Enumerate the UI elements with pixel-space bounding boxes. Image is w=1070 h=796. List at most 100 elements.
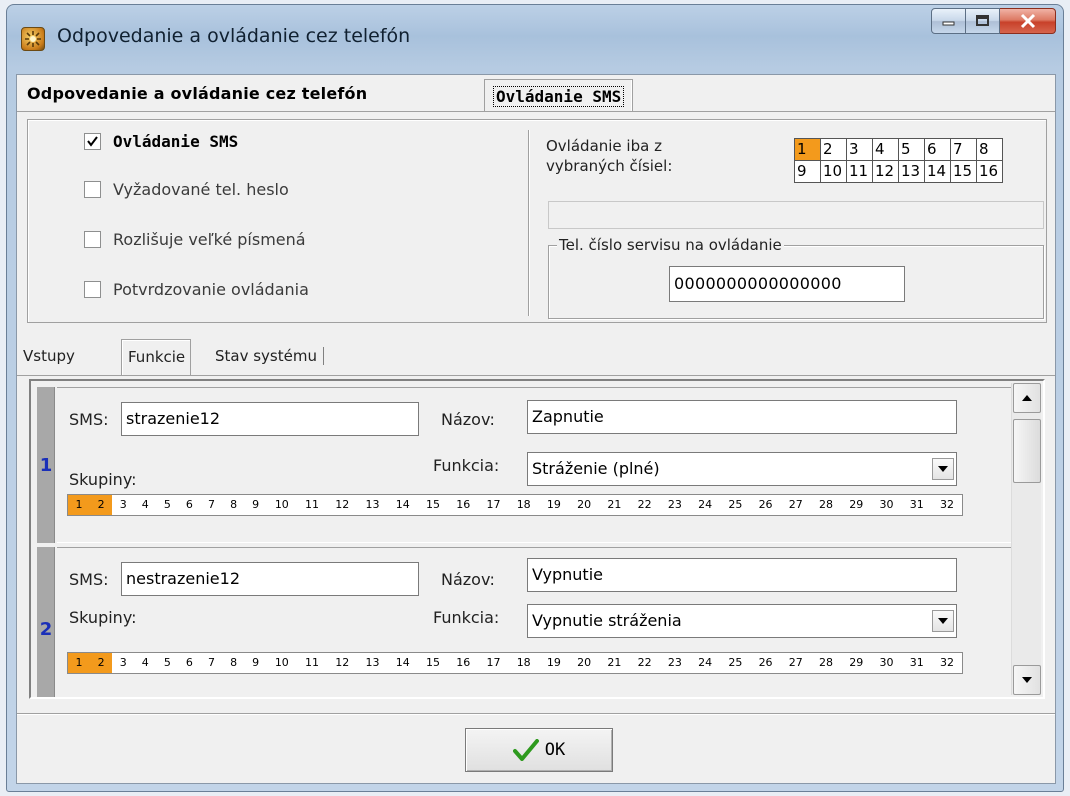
function-name-input[interactable]: Vypnutie <box>527 558 957 592</box>
partition-cell[interactable]: 7 <box>200 653 222 673</box>
tab-inputs[interactable]: Vstupy <box>23 347 75 365</box>
maximize-button[interactable] <box>966 8 1000 34</box>
phone-number-cell[interactable]: 13 <box>899 161 925 183</box>
partition-cell[interactable]: 19 <box>539 653 569 673</box>
partition-cell[interactable]: 6 <box>178 495 200 515</box>
partition-cell[interactable]: 15 <box>418 653 448 673</box>
partition-cell[interactable]: 15 <box>418 495 448 515</box>
phone-number-cell[interactable]: 10 <box>821 161 847 183</box>
confirm-control-checkbox[interactable] <box>84 281 101 298</box>
partition-cell[interactable]: 22 <box>630 495 660 515</box>
partition-cell[interactable]: 17 <box>478 653 508 673</box>
phone-number-cell[interactable]: 3 <box>847 139 873 161</box>
partition-cell[interactable]: 30 <box>871 495 901 515</box>
partition-cell[interactable]: 14 <box>388 495 418 515</box>
partition-cell[interactable]: 4 <box>134 653 156 673</box>
partition-cell[interactable]: 29 <box>841 495 871 515</box>
partition-cell[interactable]: 31 <box>902 653 932 673</box>
partition-cell[interactable]: 9 <box>245 653 267 673</box>
partition-cell[interactable]: 2 <box>90 653 113 673</box>
service-number-input[interactable]: 0000000000000000 <box>669 266 905 302</box>
partition-cell[interactable]: 25 <box>720 495 750 515</box>
partition-cell[interactable]: 26 <box>750 653 780 673</box>
partition-cell[interactable]: 29 <box>841 653 871 673</box>
partition-cell[interactable]: 3 <box>112 653 134 673</box>
partition-selector[interactable]: 1 2 3 4 5 6 7 8 9 10 11 12 13 14 15 16 17 18 19 20 21 22 23 24 2… <box>67 652 963 674</box>
partition-cell[interactable]: 3 <box>112 495 134 515</box>
dropdown-button[interactable] <box>932 458 954 480</box>
dropdown-button[interactable] <box>932 610 954 632</box>
partition-cell[interactable]: 20 <box>569 495 599 515</box>
partition-cell[interactable]: 13 <box>357 495 387 515</box>
partition-cell[interactable]: 9 <box>245 495 267 515</box>
phone-number-cell[interactable]: 7 <box>951 139 977 161</box>
partition-cell[interactable]: 16 <box>448 653 478 673</box>
partition-cell[interactable]: 11 <box>297 653 327 673</box>
vertical-scrollbar[interactable] <box>1011 383 1041 695</box>
sms-command-input[interactable]: strazenie12 <box>121 402 419 436</box>
partition-cell[interactable]: 18 <box>509 495 539 515</box>
phone-number-cell[interactable]: 2 <box>821 139 847 161</box>
partition-cell[interactable]: 25 <box>720 653 750 673</box>
partition-cell[interactable]: 18 <box>509 653 539 673</box>
phone-number-cell[interactable]: 4 <box>873 139 899 161</box>
tab-system-state[interactable]: Stav systému <box>215 347 324 365</box>
partition-cell[interactable]: 1 <box>68 495 91 515</box>
phone-number-cell[interactable]: 1 <box>795 139 821 161</box>
partition-cell[interactable]: 1 <box>68 653 91 673</box>
partition-cell[interactable]: 8 <box>223 495 245 515</box>
partition-cell[interactable]: 12 <box>327 653 357 673</box>
phone-number-cell[interactable]: 9 <box>795 161 821 183</box>
scroll-down-button[interactable] <box>1013 665 1041 695</box>
partition-cell[interactable]: 8 <box>223 653 245 673</box>
confirm-control-option[interactable]: Potvrdzovanie ovládania <box>84 280 309 299</box>
phone-number-cell[interactable]: 8 <box>977 139 1003 161</box>
tab-functions[interactable]: Funkcie <box>121 339 192 375</box>
partition-cell[interactable]: 17 <box>478 495 508 515</box>
case-sensitive-option[interactable]: Rozlišuje veľké písmená <box>84 230 306 249</box>
phone-number-cell[interactable]: 14 <box>925 161 951 183</box>
ok-button[interactable]: OK <box>465 728 613 772</box>
function-name-input[interactable]: Zapnutie <box>527 400 957 434</box>
partition-cell[interactable]: 11 <box>297 495 327 515</box>
partition-cell[interactable]: 27 <box>781 495 811 515</box>
close-button[interactable] <box>1000 8 1056 34</box>
partition-cell[interactable]: 30 <box>871 653 901 673</box>
require-password-checkbox[interactable] <box>84 181 101 198</box>
partition-cell[interactable]: 27 <box>781 653 811 673</box>
partition-cell[interactable]: 31 <box>902 495 932 515</box>
partition-cell[interactable]: 23 <box>660 495 690 515</box>
partition-cell[interactable]: 10 <box>267 495 297 515</box>
phone-number-cell[interactable]: 16 <box>977 161 1003 183</box>
partition-cell[interactable]: 13 <box>357 653 387 673</box>
partition-cell[interactable]: 23 <box>660 653 690 673</box>
partition-cell[interactable]: 16 <box>448 495 478 515</box>
tab-sms-control[interactable]: Ovládanie SMS <box>484 79 634 112</box>
minimize-button[interactable] <box>931 8 966 34</box>
phone-number-cell[interactable]: 12 <box>873 161 899 183</box>
partition-cell[interactable]: 32 <box>932 653 962 673</box>
sms-command-input[interactable]: nestrazenie12 <box>121 562 419 596</box>
sms-control-checkbox[interactable] <box>84 133 101 150</box>
partition-cell[interactable]: 6 <box>178 653 200 673</box>
partition-cell[interactable]: 24 <box>690 653 720 673</box>
tab-phone-answering[interactable]: Odpovedanie a ovládanie cez telefón <box>27 84 367 103</box>
partition-cell[interactable]: 21 <box>599 653 629 673</box>
phone-number-cell[interactable]: 6 <box>925 139 951 161</box>
require-password-option[interactable]: Vyžadované tel. heslo <box>84 180 289 199</box>
partition-cell[interactable]: 32 <box>932 495 962 515</box>
partition-cell[interactable]: 19 <box>539 495 569 515</box>
partition-cell[interactable]: 26 <box>750 495 780 515</box>
partition-cell[interactable]: 14 <box>388 653 418 673</box>
phone-number-cell[interactable]: 5 <box>899 139 925 161</box>
partition-cell[interactable]: 5 <box>156 653 178 673</box>
partition-cell[interactable]: 10 <box>267 653 297 673</box>
phone-number-cell[interactable]: 11 <box>847 161 873 183</box>
case-sensitive-checkbox[interactable] <box>84 231 101 248</box>
function-select[interactable]: Stráženie (plné) <box>527 452 957 486</box>
partition-cell[interactable]: 12 <box>327 495 357 515</box>
partition-cell[interactable]: 4 <box>134 495 156 515</box>
partition-cell[interactable]: 28 <box>811 653 841 673</box>
partition-cell[interactable]: 2 <box>90 495 113 515</box>
sms-control-option[interactable]: Ovládanie SMS <box>84 132 238 151</box>
